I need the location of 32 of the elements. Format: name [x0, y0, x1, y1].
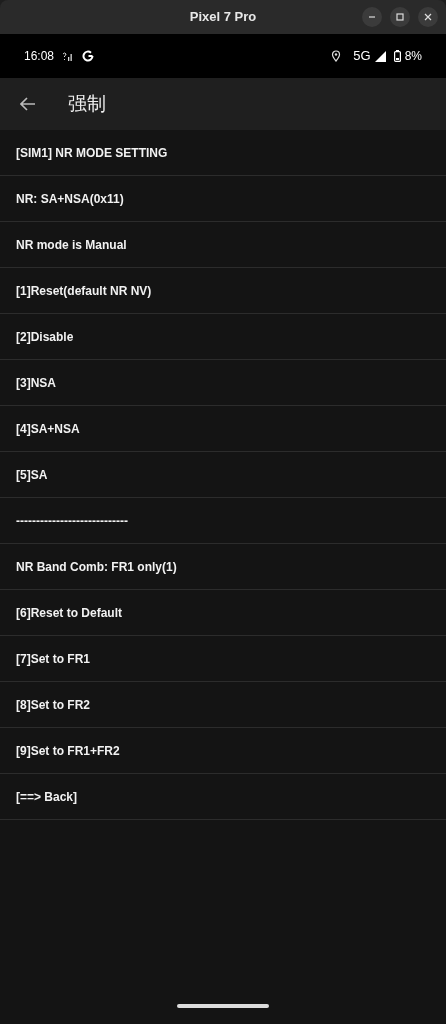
- close-icon: [424, 13, 432, 21]
- list-item[interactable]: [1]Reset(default NR NV): [0, 268, 446, 314]
- signal-unknown-icon: [62, 51, 75, 61]
- list-item[interactable]: [5]SA: [0, 452, 446, 498]
- list-item[interactable]: ----------------------------: [0, 498, 446, 544]
- battery-level: 8%: [404, 48, 422, 65]
- network-type: 5G: [353, 47, 371, 66]
- back-arrow-icon: [20, 97, 36, 111]
- close-button[interactable]: [418, 7, 438, 27]
- window-title: Pixel 7 Pro: [189, 8, 257, 27]
- list-item[interactable]: [SIM1] NR MODE SETTING: [0, 130, 446, 176]
- signal-icon: [374, 50, 386, 62]
- list-item[interactable]: NR mode is Manual: [0, 222, 446, 268]
- maximize-icon: [396, 13, 404, 21]
- list-item[interactable]: NR Band Comb: FR1 only(1): [0, 544, 446, 590]
- status-time: 16:08: [24, 48, 55, 65]
- battery-icon: [393, 50, 401, 62]
- list-item[interactable]: [7]Set to FR1: [0, 636, 446, 682]
- list-item[interactable]: [==> Back]: [0, 774, 446, 820]
- list-item[interactable]: NR: SA+NSA(0x11): [0, 176, 446, 222]
- list-item[interactable]: [2]Disable: [0, 314, 446, 360]
- screen-title: 强制: [68, 91, 106, 116]
- list-item[interactable]: [3]NSA: [0, 360, 446, 406]
- list-item[interactable]: [9]Set to FR1+FR2: [0, 728, 446, 774]
- list-item[interactable]: [4]SA+NSA: [0, 406, 446, 452]
- google-icon: [82, 50, 95, 62]
- maximize-button[interactable]: [390, 7, 410, 27]
- location-icon: [331, 50, 342, 62]
- minimize-button[interactable]: [362, 7, 382, 27]
- list-item[interactable]: [6]Reset to Default: [0, 590, 446, 636]
- list-item[interactable]: [8]Set to FR2: [0, 682, 446, 728]
- minimize-icon: [368, 13, 376, 21]
